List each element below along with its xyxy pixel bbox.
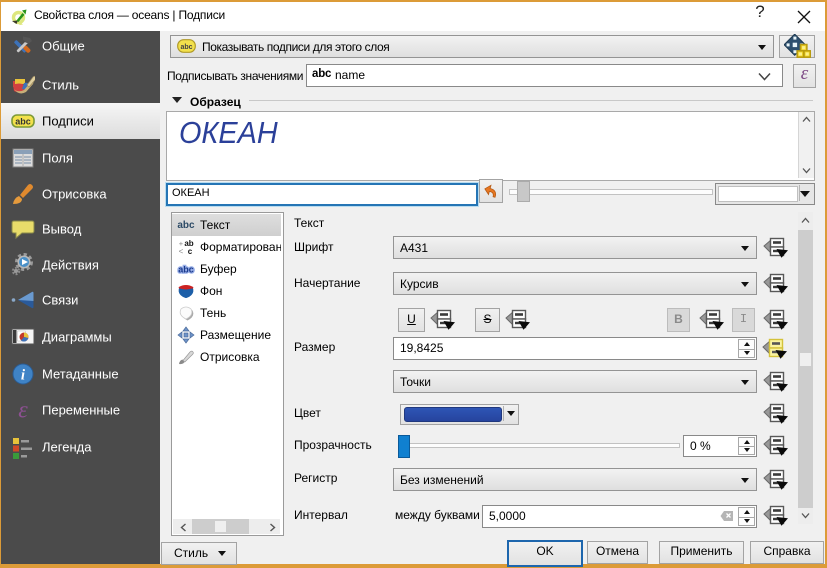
svg-text:abc: abc: [180, 44, 192, 51]
svg-text:abc: abc: [15, 117, 31, 127]
svg-text:abc: abc: [177, 220, 195, 231]
svg-text:abc: abc: [178, 265, 194, 275]
svg-text:ε: ε: [18, 398, 28, 422]
svg-text:<: <: [179, 247, 184, 256]
svg-text:c: c: [188, 247, 193, 256]
